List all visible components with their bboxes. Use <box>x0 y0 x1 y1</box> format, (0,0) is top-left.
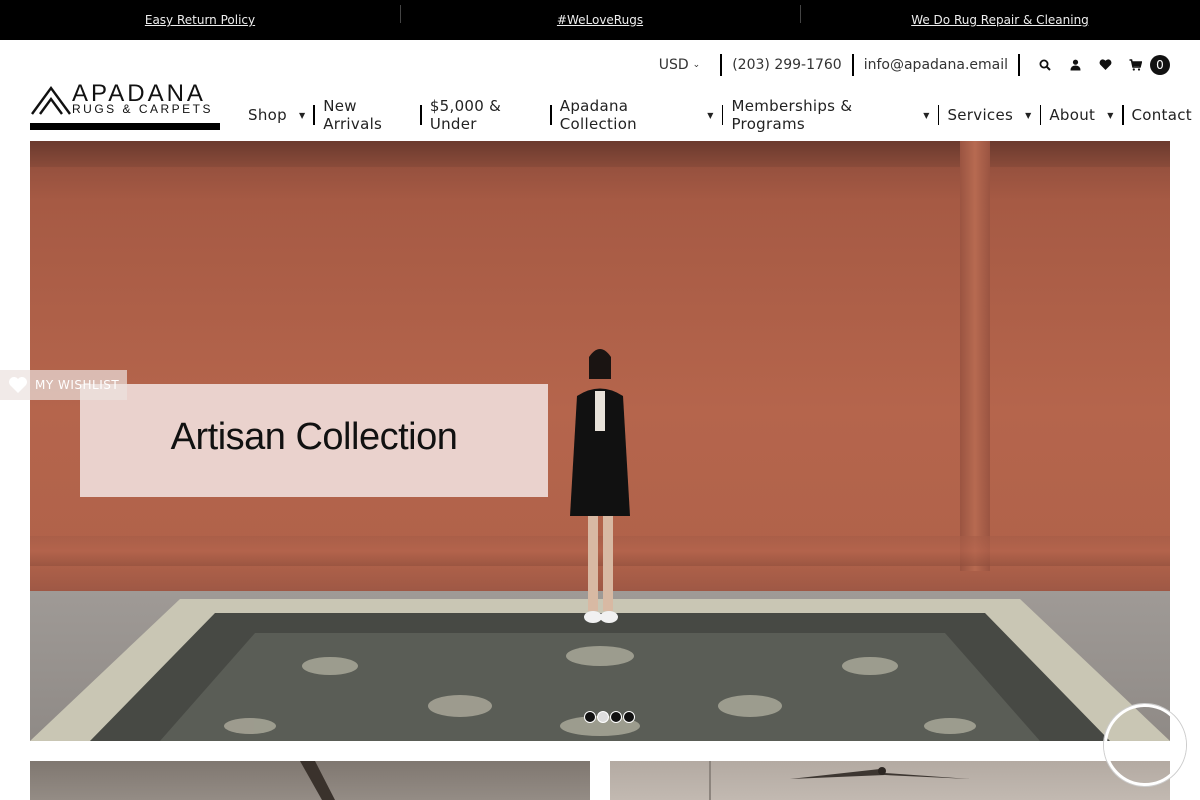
main-nav: Shop ▼ New Arrivals $5,000 & Under Apadan… <box>240 97 1200 133</box>
logo-mark-icon <box>31 85 71 115</box>
logo-tagline: RUGS & CARPETS <box>72 102 214 116</box>
user-icon[interactable] <box>1068 58 1082 72</box>
category-tile-left[interactable] <box>30 761 590 800</box>
nav-label: $5,000 & Under <box>429 97 502 133</box>
heart-icon <box>9 377 27 393</box>
announcement-bar: Easy Return Policy #WeLoveRugs We Do Rug… <box>0 0 1200 40</box>
announcement-link-hashtag[interactable]: #WeLoveRugs <box>557 13 643 27</box>
wishlist-tab-label: MY WISHLIST <box>35 378 120 392</box>
caret-down-icon: ▼ <box>923 110 930 120</box>
nav-item-under-5000[interactable]: $5,000 & Under <box>422 97 550 133</box>
nav-item-memberships[interactable]: Memberships & Programs ▼ <box>723 97 937 133</box>
nav-item-new-arrivals[interactable]: New Arrivals <box>315 97 420 133</box>
phone-number: (203) 299-1760 <box>732 57 842 73</box>
announcement-item-returns[interactable]: Easy Return Policy <box>0 13 400 27</box>
nav-label: About <box>1049 106 1096 124</box>
chevron-down-icon: ⌄ <box>692 60 701 70</box>
site-logo[interactable]: APADANA RUGS & CARPETS <box>30 80 220 130</box>
nav-label: Shop <box>248 106 287 124</box>
currency-selector[interactable]: USD ⌄ <box>659 57 710 73</box>
caret-down-icon: ▼ <box>298 110 306 120</box>
email-address: info@apadana.email <box>863 57 1008 73</box>
caret-down-icon: ▼ <box>1107 110 1114 120</box>
email-link[interactable]: info@apadana.email <box>864 57 1008 73</box>
category-tile-right[interactable] <box>610 761 1170 800</box>
wishlist-tab[interactable]: MY WISHLIST <box>0 370 127 400</box>
cart-icon[interactable] <box>1128 58 1142 72</box>
hero-title[interactable]: Artisan Collection <box>171 416 458 459</box>
phone-link[interactable]: (203) 299-1760 <box>732 57 842 73</box>
nav-item-about[interactable]: About ▼ <box>1041 106 1121 124</box>
hero-model-figure <box>570 349 630 623</box>
header-icons: 0 <box>1030 55 1170 75</box>
chat-widget-button[interactable] <box>1104 704 1186 786</box>
slide-pagination <box>584 711 635 723</box>
announcement-item-hashtag[interactable]: #WeLoveRugs <box>400 5 800 27</box>
nav-label: Services <box>947 106 1014 124</box>
tile-image-right <box>709 761 970 800</box>
announcement-link-returns[interactable]: Easy Return Policy <box>145 13 255 27</box>
announcement-item-repair[interactable]: We Do Rug Repair & Cleaning <box>800 5 1200 27</box>
caret-down-icon: ▼ <box>1025 110 1032 120</box>
utility-bar: USD ⌄ (203) 299-1760 info@apadana.email … <box>659 52 1170 78</box>
logo-underline <box>30 123 220 130</box>
nav-label: Memberships & Programs <box>731 97 853 133</box>
slide-dot[interactable] <box>623 711 635 723</box>
nav-label: Contact <box>1131 106 1192 124</box>
slide-dot[interactable] <box>610 711 622 723</box>
currency-label: USD <box>658 57 689 73</box>
nav-label: New Arrivals <box>323 97 383 133</box>
nav-item-shop[interactable]: Shop ▼ <box>240 106 313 124</box>
slide-dot-active[interactable] <box>597 711 609 723</box>
slide-dot[interactable] <box>584 711 596 723</box>
caret-down-icon: ▼ <box>707 110 714 120</box>
hero-slideshow[interactable]: Artisan Collection <box>30 141 1170 741</box>
nav-item-services[interactable]: Services ▼ <box>939 106 1039 124</box>
nav-item-contact[interactable]: Contact <box>1124 106 1200 124</box>
divider <box>720 54 723 76</box>
cart-count-badge[interactable]: 0 <box>1150 55 1170 75</box>
search-icon[interactable] <box>1038 58 1052 72</box>
divider <box>1018 54 1020 76</box>
hero-caption-box[interactable]: Artisan Collection <box>80 384 548 497</box>
divider <box>851 54 854 76</box>
announcement-link-repair[interactable]: We Do Rug Repair & Cleaning <box>911 13 1089 27</box>
tile-image-left <box>300 761 335 800</box>
nav-item-apadana-collection[interactable]: Apadana Collection ▼ <box>552 97 722 133</box>
nav-label: Apadana Collection <box>559 97 637 133</box>
heart-icon[interactable] <box>1098 58 1112 72</box>
